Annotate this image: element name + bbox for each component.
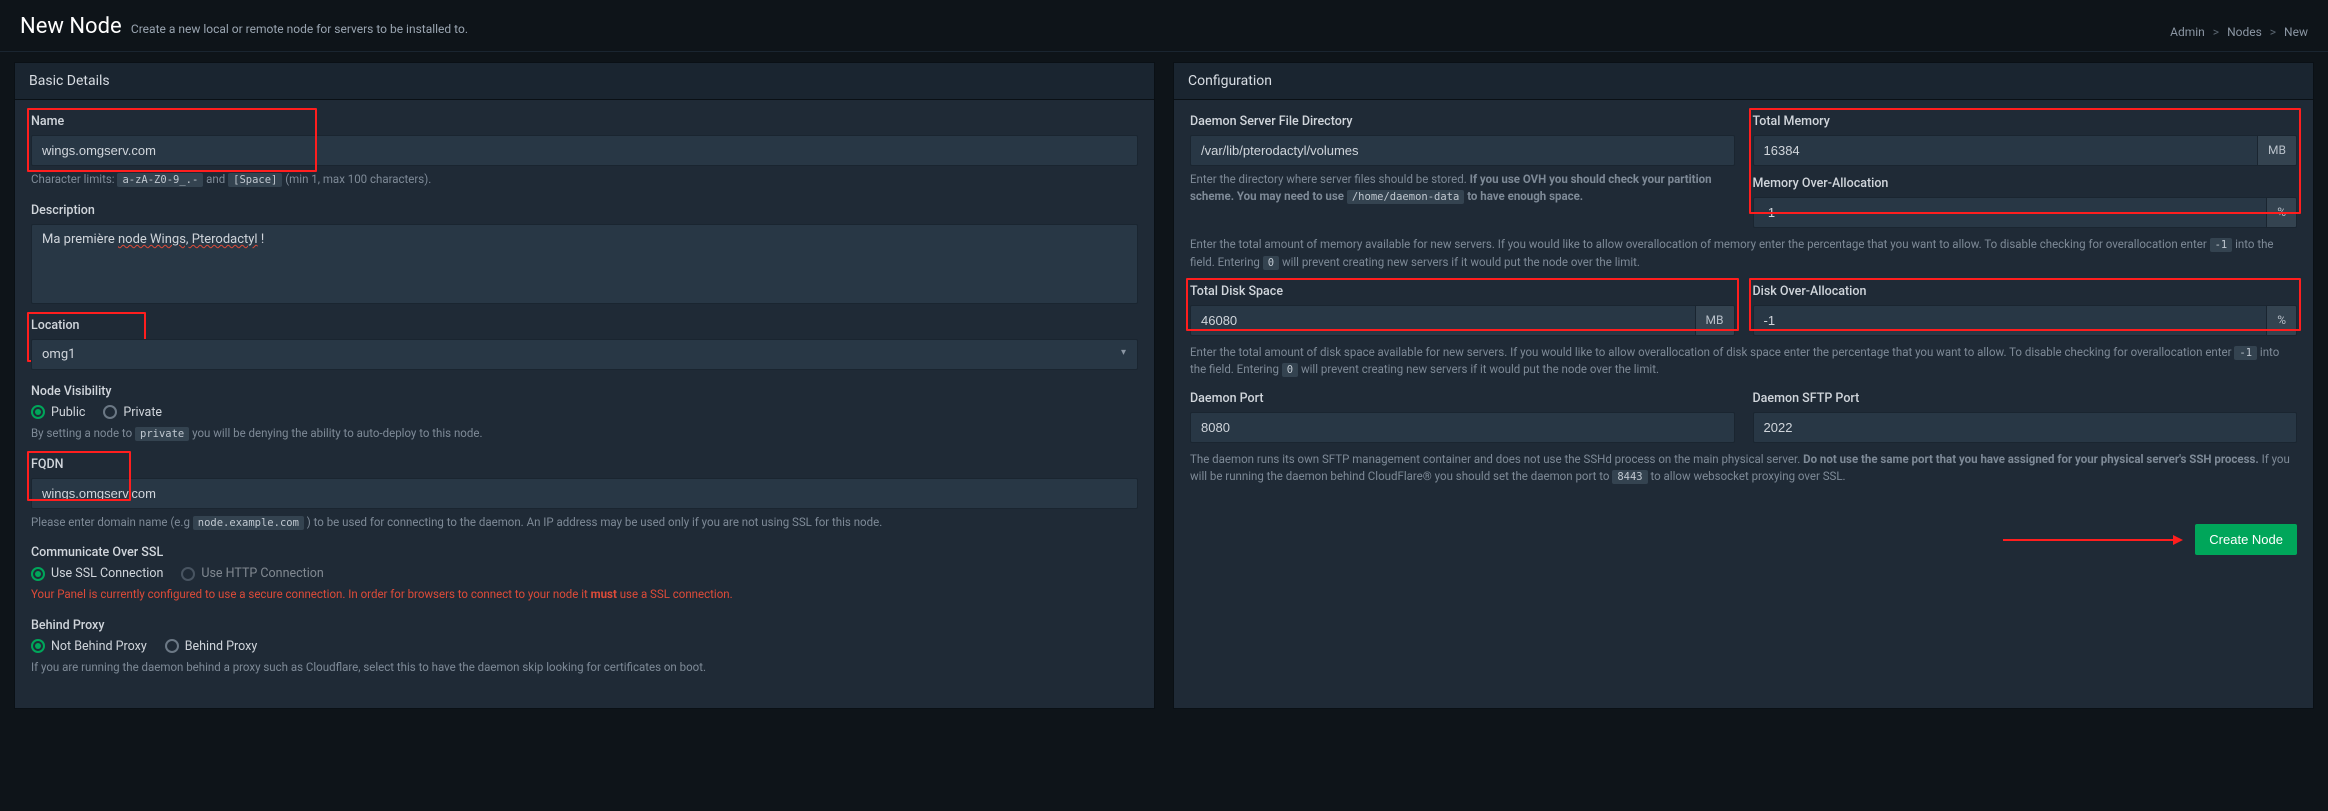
daemon-port-group: Daemon Port <box>1190 391 1735 443</box>
configuration-panel: Configuration Daemon Server File Directo… <box>1173 62 2314 709</box>
disk-unit: MB <box>1696 305 1735 336</box>
fqdn-group: FQDN Please enter domain name (e.g node.… <box>31 457 1138 532</box>
port-help: The daemon runs its own SFTP management … <box>1190 451 2297 486</box>
daemon-port-label: Daemon Port <box>1190 391 1735 406</box>
basic-details-heading: Basic Details <box>15 63 1154 100</box>
directory-label: Daemon Server File Directory <box>1190 114 1735 129</box>
breadcrumb: Admin > Nodes > New <box>2170 25 2308 39</box>
page-title: New Node <box>20 14 122 39</box>
breadcrumb-new: New <box>2284 25 2308 39</box>
disk-oa-input[interactable] <box>1753 305 2268 336</box>
directory-group: Daemon Server File Directory Enter the d… <box>1190 114 1735 228</box>
breadcrumb-admin[interactable]: Admin <box>2170 25 2205 39</box>
configuration-heading: Configuration <box>1174 63 2313 100</box>
page-subtitle: Create a new local or remote node for se… <box>131 22 468 36</box>
disk-oa-group: Disk Over-Allocation % <box>1753 284 2298 336</box>
visibility-public-radio[interactable]: Public <box>31 405 85 420</box>
visibility-group: Node Visibility Public Private By settin… <box>31 384 1138 443</box>
panel-footer: Create Node <box>1174 520 2313 571</box>
page-header: New Node Create a new local or remote no… <box>0 0 2328 52</box>
fqdn-label: FQDN <box>31 457 1138 472</box>
ssl-warning: Your Panel is currently configured to us… <box>31 586 1138 603</box>
memory-oa-unit: % <box>2267 197 2297 228</box>
memory-block: Total Memory MB Memory Over-Allocation % <box>1753 114 2298 228</box>
sftp-port-label: Daemon SFTP Port <box>1753 391 2298 406</box>
memory-help: Enter the total amount of memory availab… <box>1190 236 2297 272</box>
memory-oa-input[interactable] <box>1753 197 2268 228</box>
description-label: Description <box>31 203 1138 218</box>
memory-input[interactable] <box>1753 135 2259 166</box>
description-input[interactable]: Ma première node Wings, Pterodactyl ! <box>31 224 1138 304</box>
arrow-icon <box>2003 532 2183 548</box>
fqdn-input[interactable] <box>31 478 1138 509</box>
ssl-http-radio[interactable]: Use HTTP Connection <box>181 566 323 581</box>
basic-details-panel: Basic Details Name Character limits: a-z… <box>14 62 1155 709</box>
breadcrumb-nodes[interactable]: Nodes <box>2227 25 2262 39</box>
create-node-button[interactable]: Create Node <box>2195 524 2297 555</box>
disk-label: Total Disk Space <box>1190 284 1735 299</box>
sftp-port-input[interactable] <box>1753 412 2298 443</box>
memory-oa-label: Memory Over-Allocation <box>1753 176 2298 191</box>
sftp-port-group: Daemon SFTP Port <box>1753 391 2298 443</box>
proxy-yes-radio[interactable]: Behind Proxy <box>165 639 258 654</box>
location-group: Location omg1 <box>31 318 1138 370</box>
memory-unit: MB <box>2258 135 2297 166</box>
ssl-label: Communicate Over SSL <box>31 545 1138 560</box>
fqdn-help: Please enter domain name (e.g node.examp… <box>31 514 1138 532</box>
directory-input[interactable] <box>1190 135 1735 166</box>
ssl-use-radio[interactable]: Use SSL Connection <box>31 566 163 581</box>
memory-label: Total Memory <box>1753 114 2298 129</box>
disk-input[interactable] <box>1190 305 1696 336</box>
visibility-help: By setting a node to private you will be… <box>31 425 1138 443</box>
visibility-private-radio[interactable]: Private <box>103 405 162 420</box>
location-select[interactable]: omg1 <box>31 339 1138 370</box>
proxy-no-radio[interactable]: Not Behind Proxy <box>31 639 147 654</box>
description-group: Description Ma première node Wings, Pter… <box>31 203 1138 304</box>
proxy-help: If you are running the daemon behind a p… <box>31 659 1138 676</box>
directory-help: Enter the directory where server files s… <box>1190 171 1735 206</box>
location-label: Location <box>31 318 1138 333</box>
proxy-group: Behind Proxy Not Behind Proxy Behind Pro… <box>31 618 1138 676</box>
name-group: Name Character limits: a-zA-Z0-9_.- and … <box>31 114 1138 189</box>
visibility-label: Node Visibility <box>31 384 1138 399</box>
name-label: Name <box>31 114 1138 129</box>
disk-oa-label: Disk Over-Allocation <box>1753 284 2298 299</box>
daemon-port-input[interactable] <box>1190 412 1735 443</box>
disk-help: Enter the total amount of disk space ava… <box>1190 344 2297 380</box>
proxy-label: Behind Proxy <box>31 618 1138 633</box>
name-help: Character limits: a-zA-Z0-9_.- and [Spac… <box>31 171 1138 189</box>
ssl-group: Communicate Over SSL Use SSL Connection … <box>31 545 1138 603</box>
disk-group: Total Disk Space MB <box>1190 284 1735 336</box>
name-input[interactable] <box>31 135 1138 166</box>
disk-oa-unit: % <box>2267 305 2297 336</box>
